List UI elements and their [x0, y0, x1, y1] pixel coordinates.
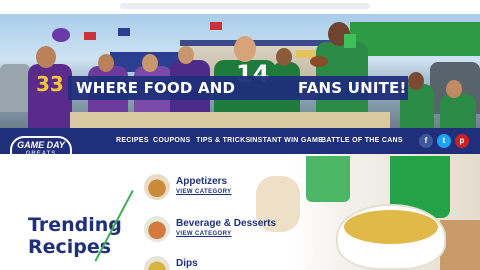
- hero-headline-right: FANS UNITE!: [298, 79, 407, 97]
- top-strip: [0, 0, 480, 14]
- category-title: Appetizers: [176, 176, 228, 187]
- fan-head: [234, 36, 256, 62]
- nav-tips-tricks[interactable]: TIPS & TRICKS: [196, 137, 250, 144]
- facebook-icon[interactable]: f: [419, 134, 433, 148]
- jersey-number-left: 33: [36, 72, 64, 96]
- green-cup: [306, 156, 350, 202]
- category-title: Beverage & Desserts: [176, 218, 277, 229]
- hero-car-left: [0, 64, 30, 112]
- pinterest-icon[interactable]: p: [455, 134, 469, 148]
- fan-head: [142, 54, 158, 72]
- flag-icon: [210, 22, 222, 30]
- cup-icon: [344, 34, 356, 48]
- nav-battle-of-the-cans[interactable]: BATTLE OF THE CANS: [321, 137, 403, 144]
- food-table: [70, 112, 390, 128]
- view-category-link[interactable]: VIEW CATEGORY: [176, 231, 232, 237]
- flag-icon: [118, 28, 130, 36]
- appetizers-thumbnail: [144, 174, 170, 200]
- nav-instant-win-game[interactable]: INSTANT WIN GAME: [250, 137, 323, 144]
- top-strip-placeholder: [120, 3, 370, 9]
- cutting-board: [440, 220, 480, 270]
- view-category-link[interactable]: VIEW CATEGORY: [176, 189, 232, 195]
- fan-head: [408, 72, 424, 90]
- fan-head: [446, 80, 462, 98]
- hero-headline-left: WHERE FOOD AND: [76, 79, 236, 97]
- fan-head: [276, 48, 292, 66]
- nav-recipes[interactable]: RECIPES: [116, 137, 149, 144]
- nav-coupons[interactable]: COUPONS: [153, 137, 191, 144]
- hero-tent: [350, 22, 480, 56]
- fan-head: [36, 46, 56, 68]
- fan-head: [178, 46, 194, 64]
- logo-title: GAME DAY: [17, 140, 65, 150]
- beverage-desserts-thumbnail: [144, 216, 170, 242]
- soup: [344, 210, 438, 244]
- fan: [440, 94, 476, 128]
- football-icon: [310, 56, 328, 67]
- twitter-icon[interactable]: t: [437, 134, 451, 148]
- fan-head: [98, 54, 114, 72]
- flag-icon: [84, 32, 96, 40]
- category-title: Dips: [176, 258, 198, 269]
- pom-pom: [52, 28, 70, 42]
